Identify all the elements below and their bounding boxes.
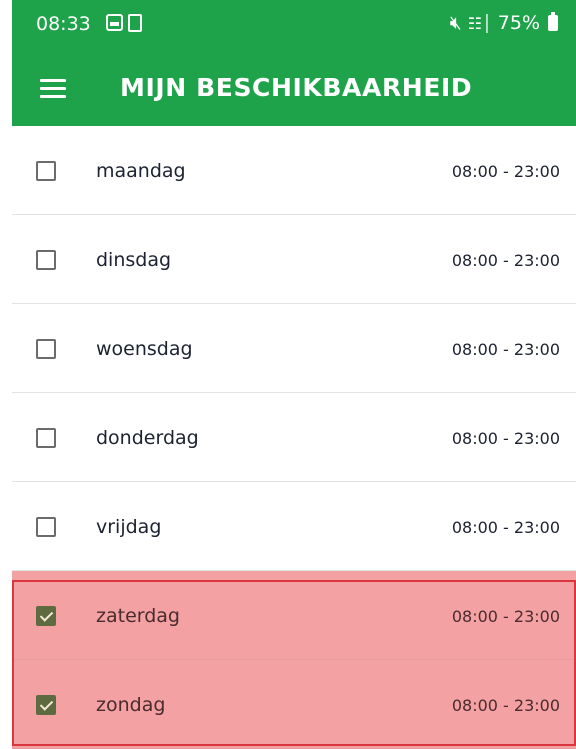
- day-checkbox[interactable]: [36, 606, 56, 626]
- notification-icons: [106, 14, 142, 32]
- day-label: maandag: [96, 160, 186, 182]
- time-range: 08:00 - 23:00: [451, 607, 560, 626]
- day-label: woensdag: [96, 338, 193, 360]
- day-label: zondag: [96, 694, 166, 716]
- time-range: 08:00 - 23:00: [451, 518, 560, 537]
- time-range: 08:00 - 23:00: [451, 696, 560, 715]
- time-range: 08:00 - 23:00: [451, 340, 560, 359]
- time-range: 08:00 - 23:00: [451, 162, 560, 181]
- day-checkbox[interactable]: [36, 339, 56, 359]
- battery-icon: [548, 12, 558, 31]
- hamburger-menu-icon[interactable]: [40, 79, 66, 98]
- availability-list: maandag 08:00 - 23:00 dinsdag 08:00 - 23…: [12, 126, 576, 749]
- day-checkbox[interactable]: [36, 695, 56, 715]
- app-screen: 08:33 🔇︎ ☷│ 75% MIJN BESCHIKBAARHEID maa…: [12, 0, 576, 749]
- day-checkbox[interactable]: [36, 428, 56, 448]
- app-bar: MIJN BESCHIKBAARHEID: [12, 46, 576, 126]
- status-bar: 08:33 🔇︎ ☷│ 75%: [12, 0, 576, 46]
- day-label: donderdag: [96, 427, 199, 449]
- time-range: 08:00 - 23:00: [451, 429, 560, 448]
- availability-row[interactable]: donderdag 08:00 - 23:00: [12, 393, 576, 482]
- status-right: 🔇︎ ☷│ 75%: [450, 12, 558, 34]
- day-checkbox[interactable]: [36, 517, 56, 537]
- time-range: 08:00 - 23:00: [451, 251, 560, 270]
- availability-row[interactable]: vrijdag 08:00 - 23:00: [12, 482, 576, 571]
- battery-percentage: 75%: [497, 12, 540, 34]
- day-checkbox[interactable]: [36, 250, 56, 270]
- wifi-signal-icon: ☷│: [467, 13, 492, 33]
- availability-row[interactable]: maandag 08:00 - 23:00: [12, 126, 576, 215]
- day-label: vrijdag: [96, 516, 162, 538]
- device-icon: [128, 14, 142, 32]
- page-title: MIJN BESCHIKBAARHEID: [120, 73, 473, 102]
- mute-icon: 🔇︎: [449, 12, 462, 34]
- availability-row[interactable]: zondag 08:00 - 23:00: [12, 660, 576, 749]
- availability-row[interactable]: woensdag 08:00 - 23:00: [12, 304, 576, 393]
- gallery-icon: [106, 14, 123, 31]
- day-checkbox[interactable]: [36, 161, 56, 181]
- day-label: zaterdag: [96, 605, 180, 627]
- availability-row[interactable]: dinsdag 08:00 - 23:00: [12, 215, 576, 304]
- day-label: dinsdag: [96, 249, 172, 271]
- status-time: 08:33: [36, 13, 91, 35]
- availability-row[interactable]: zaterdag 08:00 - 23:00: [12, 571, 576, 660]
